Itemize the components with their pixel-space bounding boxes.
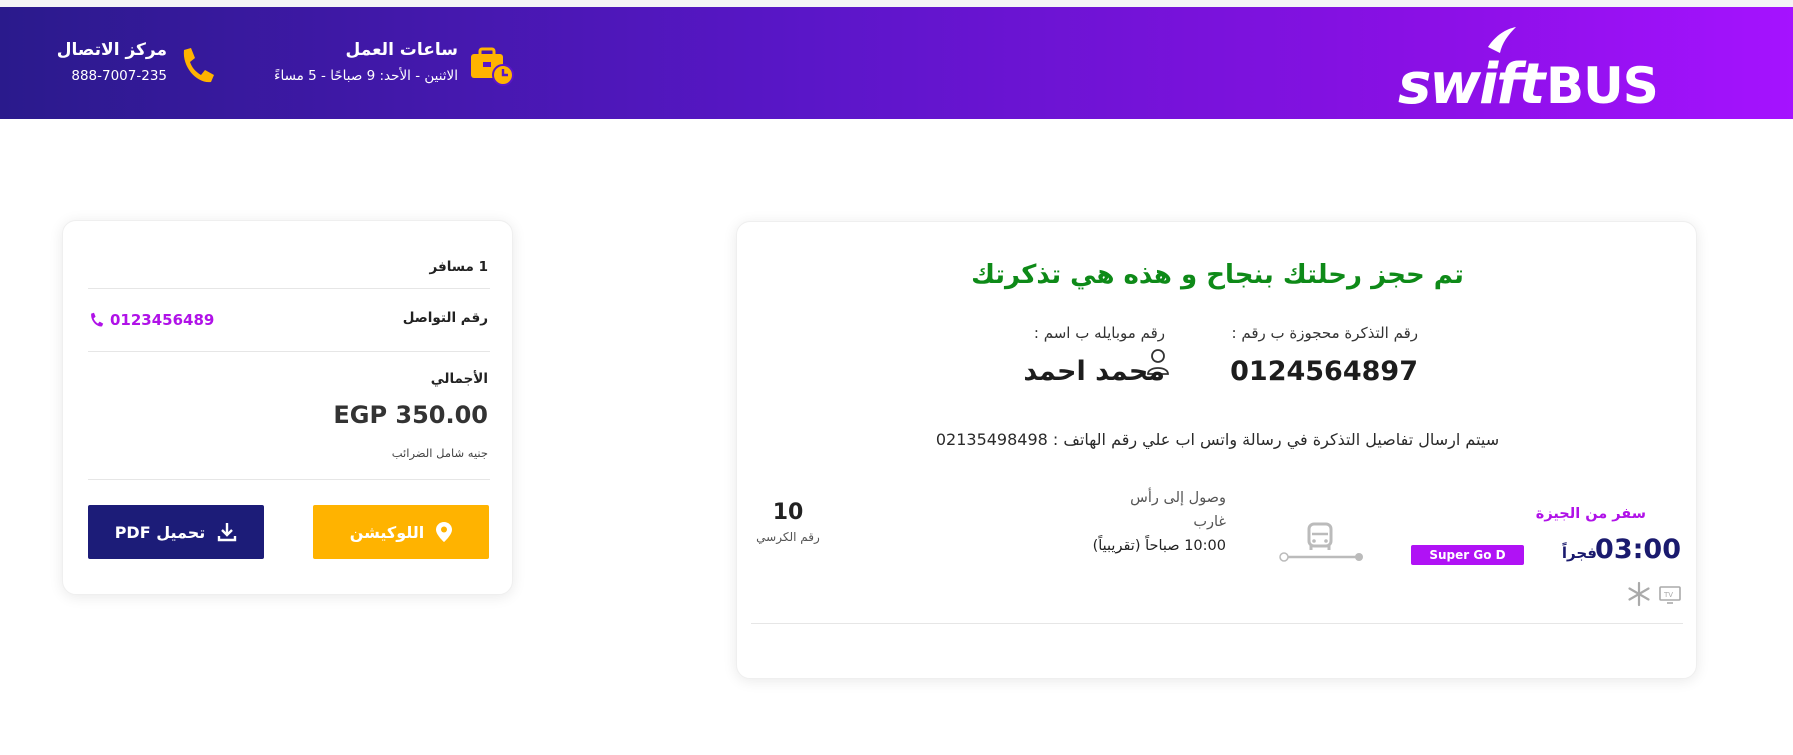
download-pdf-button[interactable]: تحميل PDF [88,505,264,559]
summary-divider-1 [88,288,490,289]
contact-label: رقم التواصل [402,310,488,326]
ticket-divider [751,623,1683,624]
total-label: الأجمالي [430,371,488,387]
whatsapp-note: سيتم ارسال تفاصيل التذكرة في رسالة واتس … [935,430,1500,449]
total-price: EGP 350.00 [333,401,488,429]
call-center-phone[interactable]: 888-7007-235 [47,66,167,86]
swiftbus-logo[interactable]: swift BUS [1396,25,1690,117]
location-button[interactable]: اللوكيشن [313,505,489,559]
arrival-info: وصول إلى رأس غارب 10:00 صباحاً (تقريبياً… [1026,486,1226,558]
passenger-count: 1 مسافر [429,259,488,275]
name-label: رقم موبايله ب اسم : [1033,324,1165,342]
departure-time: 03:00 [1595,534,1681,565]
tax-note: جنيه شامل الضرائب [391,446,488,460]
map-pin-icon [436,522,453,542]
site-header: swift BUS ساعات العمل الاثنين - الأحد: 9… [0,7,1793,119]
call-center-title: مركز الاتصال [56,40,167,60]
contact-phone[interactable]: 0123456489 [110,311,214,329]
bus-route-icon [1279,522,1363,566]
summary-card: 1 مسافر رقم التواصل 0123456489 الأجمالي … [62,220,513,595]
arrival-time: 10:00 صباحاً (تقريبياً) [1092,538,1226,554]
ticket-number: 0124564897 [1230,356,1418,387]
departure-period: فجراً [1561,544,1597,562]
ticket-card: تم حجز رحلتك بنجاح و هذه هي تذكرتك رقم ا… [736,221,1697,679]
phone-icon [178,46,214,86]
summary-divider-2 [88,351,490,352]
bus-class-badge: Super Go D [1411,545,1524,565]
seat-number: 10 [772,500,804,525]
top-strip [0,0,1793,7]
svg-text:TV: TV [1663,591,1673,599]
download-pdf-label: تحميل PDF [114,522,206,542]
arrival-city-line2: غارب [1193,514,1226,530]
arrival-city-line1: وصول إلى رأس [1130,490,1226,506]
location-button-label: اللوكيشن [349,522,425,542]
work-hours-text: الاثنين - الأحد: 9 صباحًا - 5 مساءً [274,68,458,84]
summary-divider-3 [88,479,490,480]
ticket-number-label: رقم التذكرة محجوزة ب رقم : [1231,324,1418,342]
tv-icon: TV [1658,584,1682,606]
seat-label: رقم الكرسي [756,530,820,544]
work-hours-title: ساعات العمل [345,40,458,60]
departure-city: سفر من الجيزة [1535,506,1646,522]
success-title: تم حجز رحلتك بنجاح و هذه هي تذكرتك [971,260,1464,290]
download-icon [218,523,237,542]
call-center: مركز الاتصال 888-7007-235 [47,39,167,86]
contact-phone-icon [88,312,104,328]
passenger-name: محمد احمد [1023,356,1165,387]
snowflake-icon [1626,581,1652,607]
svg-text:BUS: BUS [1546,57,1658,115]
briefcase-clock-icon [469,46,514,86]
work-hours: ساعات العمل الاثنين - الأحد: 9 صباحًا - … [198,39,458,86]
svg-text:swift: swift [1398,52,1548,115]
